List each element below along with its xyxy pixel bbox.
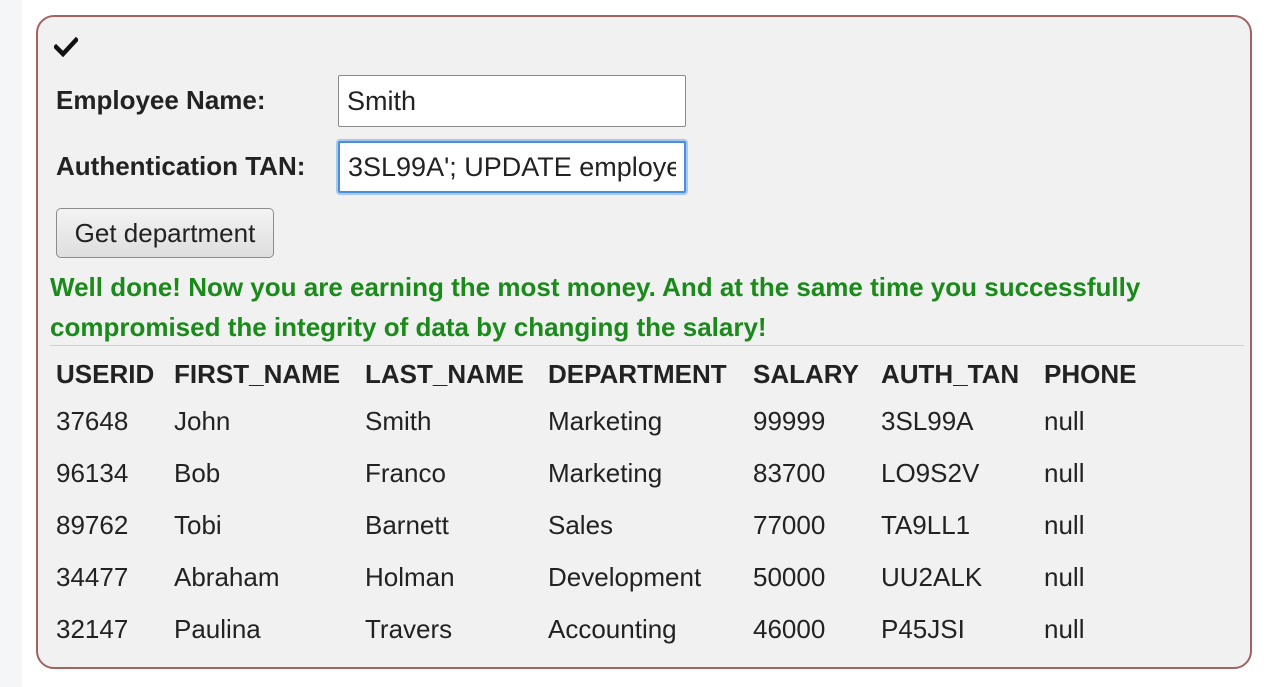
cell-auth-tan: LO9S2V [881, 458, 980, 488]
table-row: 34477 Abraham Holman Development 50000 U… [50, 551, 1170, 603]
cell-userid: 89762 [56, 510, 129, 540]
cell-auth-tan: TA9LL1 [881, 510, 971, 540]
cell-first-name: Tobi [174, 510, 222, 540]
table-row: 89762 Tobi Barnett Sales 77000 TA9LL1 nu… [50, 499, 1170, 551]
cell-userid: 34477 [56, 562, 129, 592]
cell-department: Development [548, 562, 702, 592]
cell-auth-tan: P45JSI [881, 614, 965, 644]
page-container: Employee Name: Authentication TAN: Get d… [22, 0, 1278, 687]
table-row: 96134 Bob Franco Marketing 83700 LO9S2V … [50, 447, 1170, 499]
auth-tan-label: Authentication TAN: [56, 151, 306, 181]
cell-auth-tan: UU2ALK [881, 562, 983, 592]
cell-phone: null [1044, 562, 1085, 592]
cell-auth-tan: 3SL99A [881, 406, 974, 436]
auth-tan-input[interactable] [338, 141, 686, 193]
cell-first-name: Abraham [174, 562, 280, 592]
cell-department: Marketing [548, 406, 663, 436]
cell-last-name: Travers [365, 614, 453, 644]
table-header-row: USERID FIRST_NAME LAST_NAME DEPARTMENT S… [50, 353, 1170, 395]
cell-userid: 37648 [56, 406, 129, 436]
results-divider [50, 345, 1244, 346]
cell-phone: null [1044, 614, 1085, 644]
cell-phone: null [1044, 406, 1085, 436]
column-header-department: DEPARTMENT [548, 359, 727, 389]
cell-salary: 46000 [753, 614, 826, 644]
cell-salary: 83700 [753, 458, 826, 488]
cell-first-name: John [174, 406, 231, 436]
cell-userid: 96134 [56, 458, 129, 488]
table-row: 37648 John Smith Marketing 99999 3SL99A … [50, 395, 1170, 447]
get-department-button[interactable]: Get department [56, 208, 274, 258]
column-header-first-name: FIRST_NAME [174, 359, 341, 389]
checkmark-icon [54, 37, 78, 57]
cell-userid: 32147 [56, 614, 129, 644]
cell-last-name: Smith [365, 406, 432, 436]
cell-phone: null [1044, 458, 1085, 488]
table-row: 32147 Paulina Travers Accounting 46000 P… [50, 603, 1170, 655]
cell-first-name: Bob [174, 458, 221, 488]
column-header-salary: SALARY [753, 359, 859, 389]
cell-department: Sales [548, 510, 614, 540]
success-message: Well done! Now you are earning the most … [50, 272, 1141, 342]
cell-last-name: Franco [365, 458, 446, 488]
column-header-userid: USERID [56, 359, 155, 389]
cell-salary: 77000 [753, 510, 826, 540]
employee-name-input[interactable] [338, 75, 686, 127]
cell-last-name: Barnett [365, 510, 449, 540]
cell-department: Accounting [548, 614, 677, 644]
employee-name-label: Employee Name: [56, 85, 266, 115]
column-header-auth-tan: AUTH_TAN [881, 359, 1020, 389]
cell-phone: null [1044, 510, 1085, 540]
cell-department: Marketing [548, 458, 663, 488]
lesson-panel: Employee Name: Authentication TAN: Get d… [36, 15, 1252, 669]
results-table: USERID FIRST_NAME LAST_NAME DEPARTMENT S… [50, 353, 1170, 655]
cell-salary: 50000 [753, 562, 826, 592]
cell-first-name: Paulina [174, 614, 261, 644]
column-header-phone: PHONE [1044, 359, 1137, 389]
cell-last-name: Holman [365, 562, 455, 592]
cell-salary: 99999 [753, 406, 826, 436]
column-header-last-name: LAST_NAME [365, 359, 524, 389]
